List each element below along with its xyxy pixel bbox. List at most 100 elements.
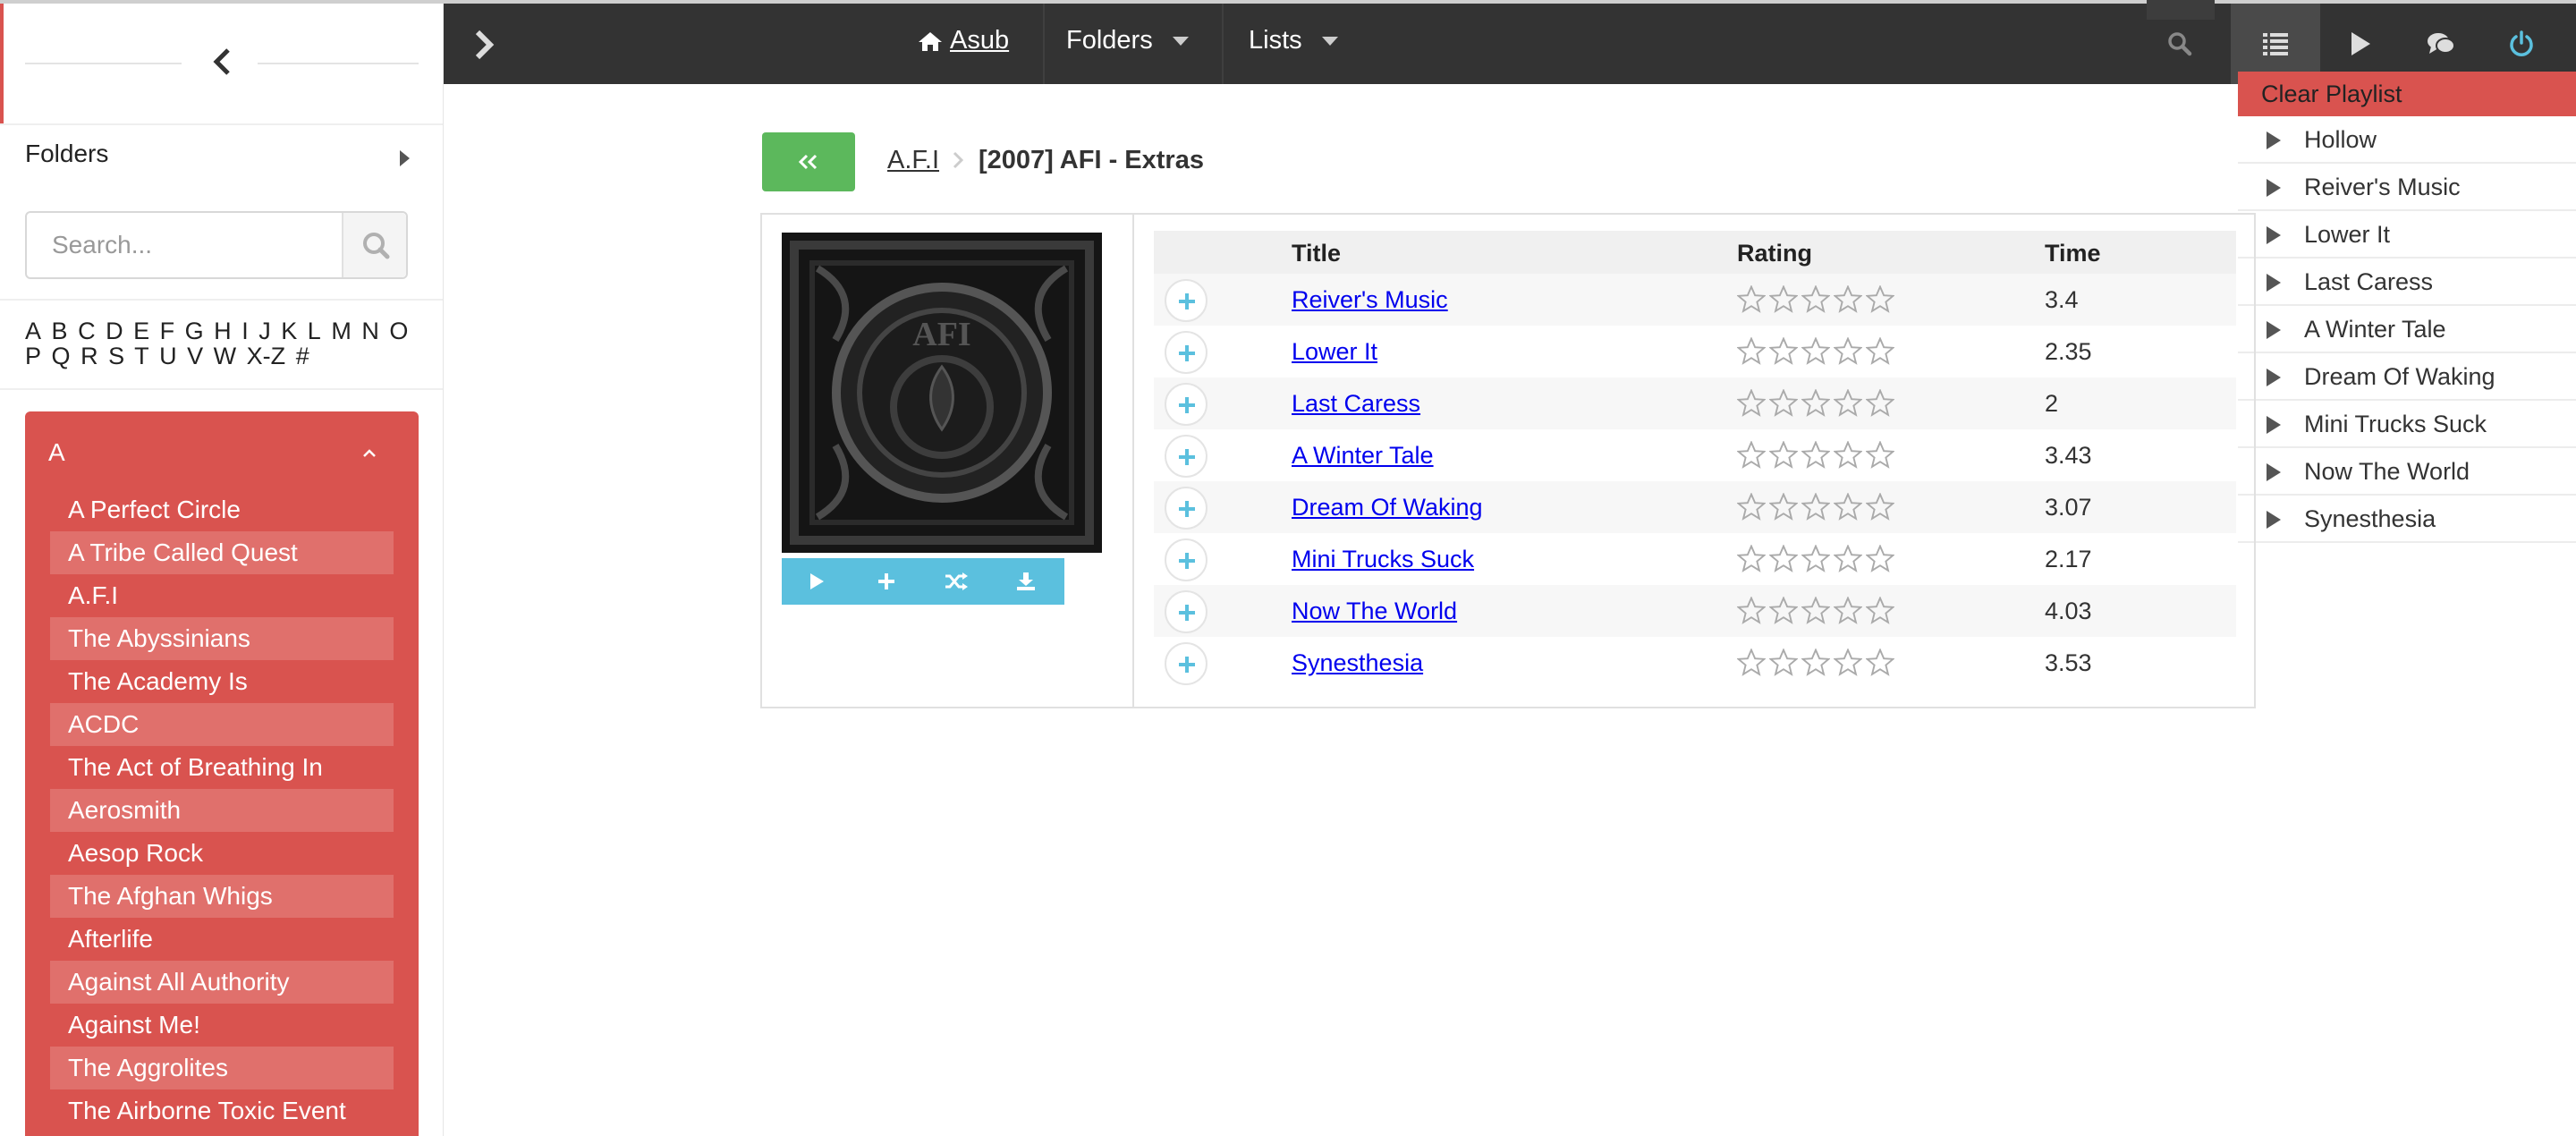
- add-track-button[interactable]: [1165, 487, 1208, 530]
- artist-item[interactable]: A Perfect Circle: [50, 488, 394, 531]
- star-icon[interactable]: [1865, 648, 1895, 677]
- alphabet-letter[interactable]: R: [80, 343, 98, 369]
- back-button[interactable]: [762, 132, 855, 191]
- breadcrumb-artist-link[interactable]: A.F.I: [887, 143, 939, 177]
- star-icon[interactable]: [1736, 596, 1767, 625]
- star-icon[interactable]: [1768, 492, 1799, 521]
- alphabet-letter[interactable]: V: [187, 343, 203, 369]
- alphabet-letter[interactable]: A: [25, 318, 41, 344]
- artist-item[interactable]: The Academy Is: [50, 660, 394, 703]
- star-icon[interactable]: [1768, 648, 1799, 677]
- add-track-button[interactable]: [1165, 590, 1208, 633]
- artist-item[interactable]: Against All Authority: [50, 961, 394, 1004]
- star-icon[interactable]: [1768, 388, 1799, 418]
- chevron-up-icon[interactable]: [361, 445, 377, 462]
- nav-search-button[interactable]: [2140, 4, 2220, 84]
- playlist-item[interactable]: Mini Trucks Suck: [2238, 401, 2576, 448]
- alphabet-letter[interactable]: O: [389, 318, 408, 344]
- artist-item[interactable]: Afterlife: [50, 918, 394, 961]
- star-icon[interactable]: [1801, 440, 1831, 470]
- star-icon[interactable]: [1865, 492, 1895, 521]
- search-input[interactable]: [27, 213, 342, 277]
- alphabet-letter[interactable]: G: [185, 318, 204, 344]
- star-icon[interactable]: [1833, 388, 1863, 418]
- track-title-link[interactable]: Last Caress: [1292, 390, 1420, 418]
- alphabet-letter[interactable]: C: [78, 318, 96, 344]
- star-icon[interactable]: [1833, 440, 1863, 470]
- download-album-button[interactable]: [991, 558, 1061, 605]
- alphabet-letter[interactable]: Q: [52, 343, 71, 369]
- add-track-button[interactable]: [1165, 435, 1208, 478]
- artist-item[interactable]: Aerosmith: [50, 789, 394, 832]
- alphabet-letter[interactable]: K: [281, 318, 297, 344]
- star-icon[interactable]: [1736, 648, 1767, 677]
- track-title-link[interactable]: Mini Trucks Suck: [1292, 546, 1474, 573]
- artist-item[interactable]: A Tribe Called Quest: [50, 531, 394, 574]
- alphabet-letter[interactable]: D: [106, 318, 123, 344]
- star-icon[interactable]: [1865, 388, 1895, 418]
- alphabet-letter[interactable]: I: [242, 318, 249, 344]
- artist-item[interactable]: The Act of Breathing In: [50, 746, 394, 789]
- star-icon[interactable]: [1801, 648, 1831, 677]
- star-icon[interactable]: [1801, 336, 1831, 366]
- alphabet-letter[interactable]: T: [134, 343, 149, 369]
- shuffle-album-button[interactable]: [921, 558, 991, 605]
- add-track-button[interactable]: [1165, 383, 1208, 426]
- alphabet-letter[interactable]: S: [108, 343, 124, 369]
- alphabet-letter[interactable]: W: [214, 343, 236, 369]
- nav-folders-dropdown[interactable]: Folders: [1066, 4, 1189, 84]
- playlist-item[interactable]: Hollow: [2238, 116, 2576, 164]
- track-title-link[interactable]: Lower It: [1292, 338, 1377, 366]
- star-icon[interactable]: [1801, 596, 1831, 625]
- star-icon[interactable]: [1736, 388, 1767, 418]
- star-icon[interactable]: [1768, 284, 1799, 314]
- alphabet-letter[interactable]: H: [214, 318, 232, 344]
- artist-item[interactable]: Against Me!: [50, 1004, 394, 1047]
- track-title-link[interactable]: Dream Of Waking: [1292, 494, 1483, 521]
- alphabet-letter[interactable]: J: [258, 318, 271, 344]
- star-icon[interactable]: [1833, 492, 1863, 521]
- star-icon[interactable]: [1801, 284, 1831, 314]
- add-track-button[interactable]: [1165, 538, 1208, 581]
- star-icon[interactable]: [1736, 336, 1767, 366]
- star-icon[interactable]: [1865, 596, 1895, 625]
- alphabet-letter[interactable]: U: [159, 343, 177, 369]
- star-icon[interactable]: [1833, 284, 1863, 314]
- star-icon[interactable]: [1865, 440, 1895, 470]
- star-icon[interactable]: [1736, 492, 1767, 521]
- star-icon[interactable]: [1801, 544, 1831, 573]
- add-album-button[interactable]: [852, 558, 921, 605]
- alphabet-letter[interactable]: N: [361, 318, 379, 344]
- playlist-item[interactable]: Reiver's Music: [2238, 164, 2576, 211]
- track-title-link[interactable]: Reiver's Music: [1292, 286, 1448, 314]
- alphabet-letter[interactable]: B: [52, 318, 68, 344]
- add-track-button[interactable]: [1165, 279, 1208, 322]
- search-button[interactable]: [342, 213, 406, 277]
- add-track-button[interactable]: [1165, 331, 1208, 374]
- artist-item[interactable]: A.F.I: [50, 574, 394, 617]
- play-album-button[interactable]: [782, 558, 852, 605]
- playlist-item[interactable]: Now The World: [2238, 448, 2576, 496]
- artist-item[interactable]: Aesop Rock: [50, 832, 394, 875]
- artist-item[interactable]: The Aggrolites: [50, 1047, 394, 1089]
- alphabet-letter[interactable]: P: [25, 343, 41, 369]
- nav-home-link[interactable]: Asub: [918, 4, 1052, 84]
- star-icon[interactable]: [1768, 440, 1799, 470]
- alphabet-letter[interactable]: F: [160, 318, 175, 344]
- alphabet-letter[interactable]: X-Z: [247, 343, 286, 369]
- nav-lists-dropdown[interactable]: Lists: [1249, 4, 1338, 84]
- clear-playlist-button[interactable]: Clear Playlist: [2238, 72, 2576, 116]
- star-icon[interactable]: [1736, 440, 1767, 470]
- artist-item[interactable]: The Airborne Toxic Event: [50, 1089, 394, 1132]
- star-icon[interactable]: [1736, 284, 1767, 314]
- alphabet-letter[interactable]: E: [133, 318, 149, 344]
- track-title-link[interactable]: A Winter Tale: [1292, 442, 1434, 470]
- star-icon[interactable]: [1833, 544, 1863, 573]
- alphabet-letter[interactable]: #: [296, 343, 309, 369]
- star-icon[interactable]: [1865, 336, 1895, 366]
- artist-item[interactable]: The Abyssinians: [50, 617, 394, 660]
- star-icon[interactable]: [1768, 544, 1799, 573]
- track-title-link[interactable]: Synesthesia: [1292, 649, 1423, 677]
- star-icon[interactable]: [1768, 336, 1799, 366]
- artist-item[interactable]: The Afghan Whigs: [50, 875, 394, 918]
